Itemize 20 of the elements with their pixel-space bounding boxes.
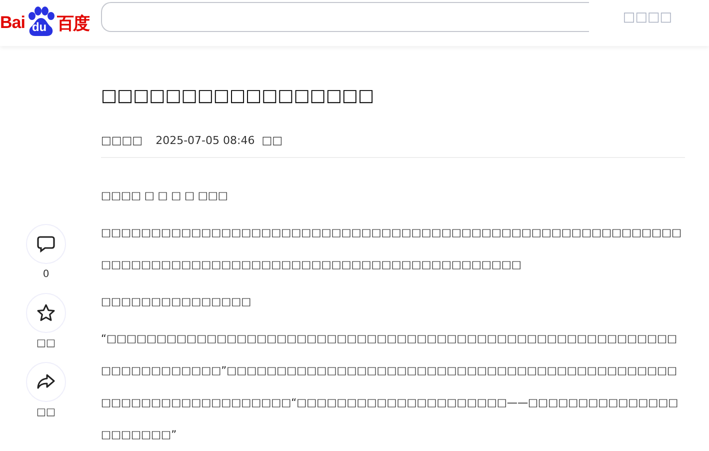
publish-time: 2025-07-05 08:46 [156,134,255,147]
byline-text: □□□□ □ □ □ □ □□□ [101,189,229,204]
article-title: □□□□□□□□□□□□□□□□□ [101,85,376,108]
paragraph: □□□□□□□□□□□□□□□□□□□□□□□□□□□□□□□□□□□□□□□□□□□□□□□□□□□□□□□□□□□□□□□□□□□□□□□□□□□□□□□□□□□□□□□□□□□□□□□□□□□□ [101,226,683,273]
location-text: □□ [262,134,282,147]
author-name[interactable]: □□□□ [101,134,143,147]
search-field[interactable] [101,2,589,32]
action-label: □□ [36,407,56,418]
section-heading: □□□□□□□□□□□□□□□ [101,295,252,310]
action-label: 0 [42,269,50,280]
action-label: □□ [36,338,56,349]
comment-icon [36,234,56,254]
logo-text: Bai [0,13,25,33]
star-button[interactable] [26,293,66,333]
logo-text: 百度 [56,12,89,34]
star-icon [36,303,56,323]
baidu-logo[interactable]: Bai du 百度 [0,6,101,40]
comment-button[interactable] [26,224,66,264]
share-button[interactable] [26,362,66,402]
paragraph: “□□□□□□□□□□□□□□□□□□□□□□□□□□□□□□□□□□□□□□□□□□□□□□□□□□□□□□□□□□□□□□□□□□□□□”□□□□□□□□□□□□□□□□□□□□□□□□□□□□□□□□□□□□□□□□□□□□□□□□□□□□□□□□□□□□□□□□“□□□□□□□□□□□□□□□□□□□□□——□□□□□□□□□□□□□□□□□□□□□□” [101,332,680,443]
